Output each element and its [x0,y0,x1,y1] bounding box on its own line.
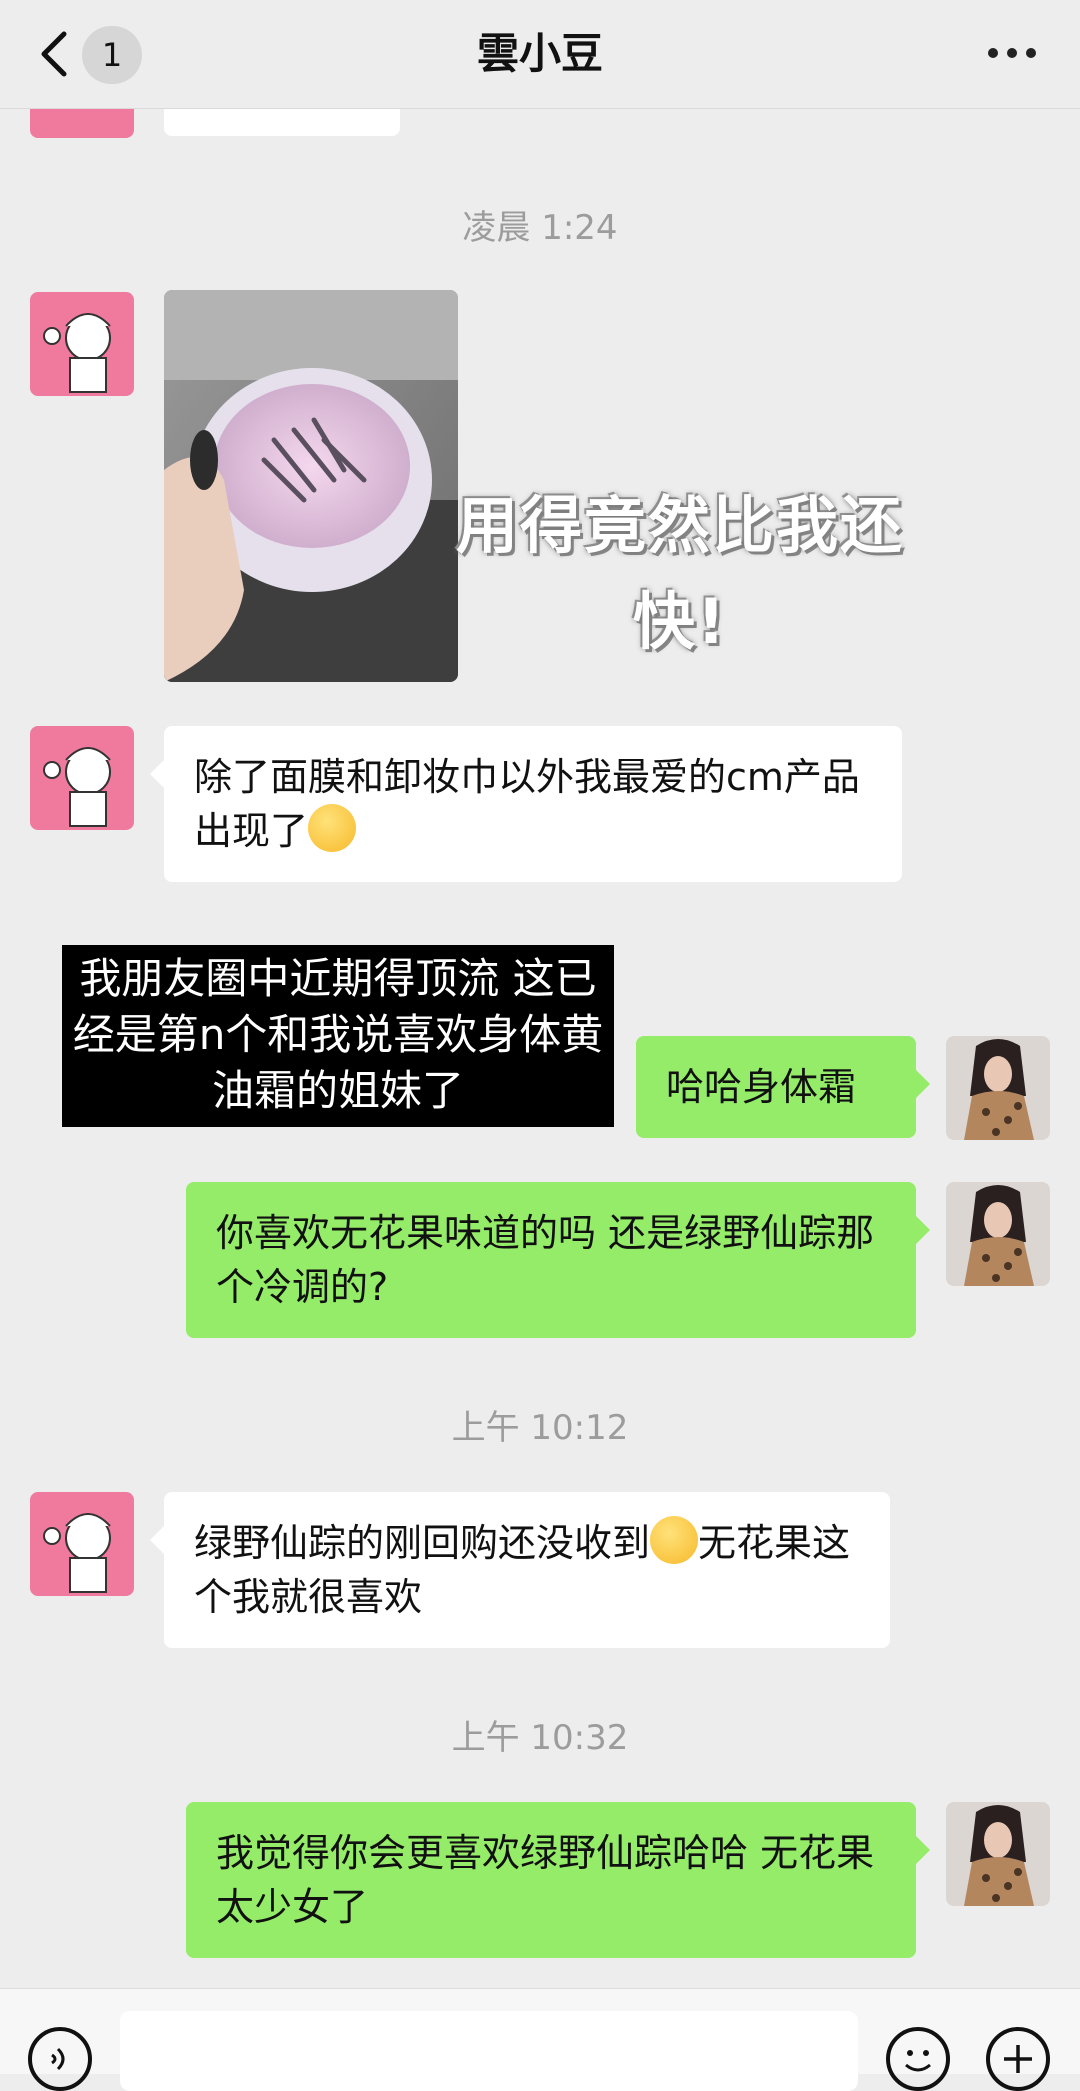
message-text: 你喜欢无花果味道的吗 还是绿野仙踪那个冷调的? [216,1211,875,1309]
message-bubble[interactable]: 除了面膜和卸妆巾以外我最爱的cm产品出现了 [150,726,902,882]
voice-icon [51,2047,65,2071]
user-avatar[interactable] [946,1802,1050,1906]
timestamp: 上午 10:32 [451,1718,629,1758]
message-bubble[interactable]: 你喜欢无花果味道的吗 还是绿野仙踪那个冷调的? [186,1182,930,1338]
user-avatar[interactable] [946,1036,1050,1140]
message-text: 除了面膜和卸妆巾以外我最爱的cm产品出现了 [194,755,860,853]
message-bubble[interactable]: 绿野仙踪的刚回购还没收到 无花果这个我就很喜欢 [150,1492,890,1648]
message-text: 绿野仙踪的刚回购还没收到 [194,1521,651,1565]
message-bubble[interactable]: 哈哈身体霜 [636,1036,930,1138]
emoji-button[interactable] [886,2027,950,2091]
plus-button[interactable] [986,2027,1050,2091]
message-bubble[interactable]: 我觉得你会更喜欢绿野仙踪哈哈 无花果太少女了 [186,1802,930,1958]
message-text: 我觉得你会更喜欢绿野仙踪哈哈 无花果太少女了 [216,1831,875,1929]
user-avatar[interactable] [946,1182,1050,1286]
timestamp: 凌晨 1:24 [462,208,618,248]
input-toolbar [0,1988,1080,2091]
plus-icon [1004,2045,1032,2073]
contact-avatar[interactable] [30,1492,134,1596]
message-text: 哈哈身体霜 [666,1065,857,1109]
contact-avatar[interactable] [30,292,134,396]
image-overlay-caption: 用得竟然比我还快! [455,489,904,658]
message-input[interactable] [120,2011,858,2091]
more-icon [988,48,998,58]
more-button[interactable] [988,48,1036,62]
more-icon-dot [1026,48,1036,58]
contact-avatar[interactable] [30,726,134,830]
emoji-icon [905,2050,931,2072]
chat-header: 1 雲小豆 [0,0,1080,109]
black-caption-overlay: 我朋友圈中近期得顶流 这已经是第n个和我说喜欢身体黄油霜的姐妹了 [62,945,614,1127]
timestamp: 上午 10:12 [451,1408,629,1448]
thinking-emoji-icon [308,804,357,852]
voice-button[interactable] [28,2027,92,2091]
more-icon-dot [1007,48,1017,58]
thinking-emoji-icon [650,1516,699,1564]
chat-title: 雲小豆 [476,29,603,78]
